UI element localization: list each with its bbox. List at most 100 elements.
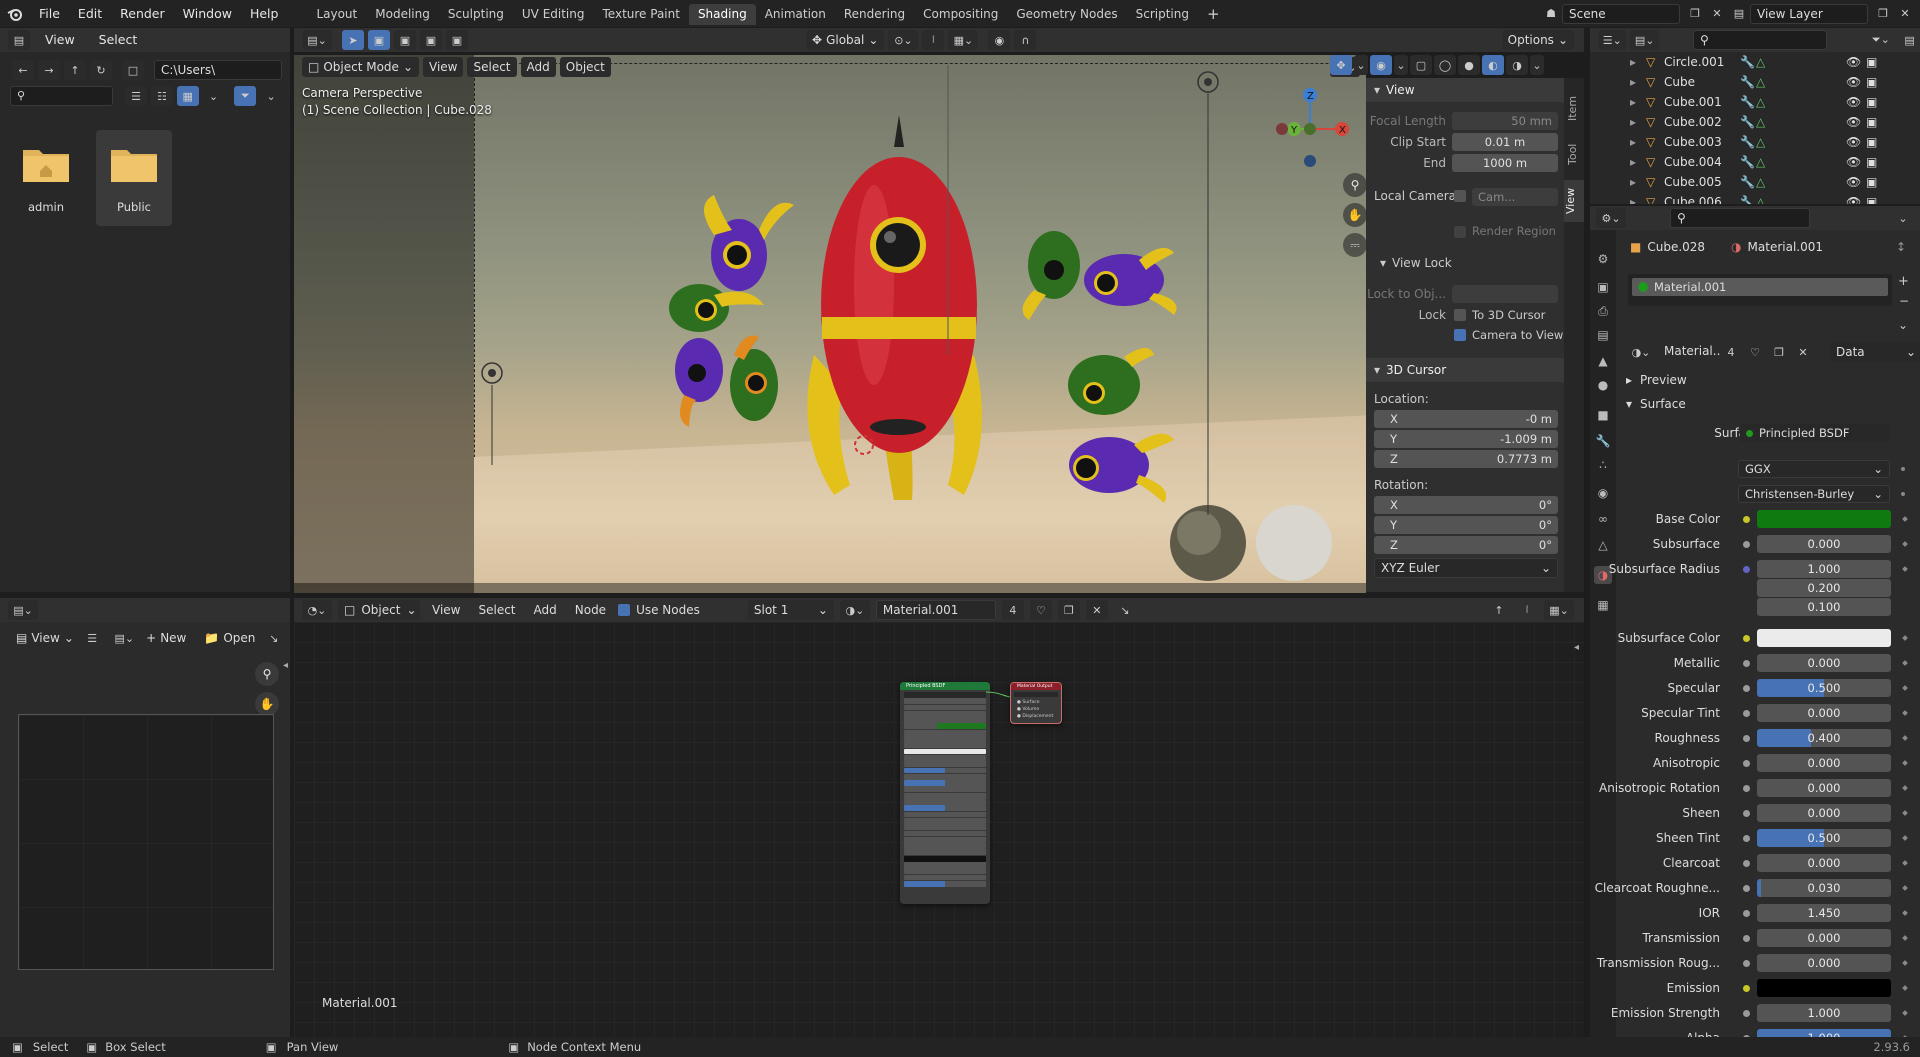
duplicate-icon[interactable]: ❐ [1057, 600, 1080, 620]
output-tab-icon[interactable]: ⎙ [1594, 302, 1612, 320]
chevron-down-icon[interactable]: ⌄ [1354, 55, 1368, 75]
display-mode-icon[interactable]: ▤⌄ [1630, 30, 1659, 50]
pin-icon[interactable]: ↘ [1114, 600, 1136, 620]
select-tool-icon[interactable]: ➤ [342, 30, 364, 50]
view-layer-field[interactable]: View Layer [1750, 3, 1868, 24]
expand-icon[interactable]: ▸ [1630, 155, 1646, 169]
node-editor-canvas[interactable]: Principled BSDF Material Output ● Surfac… [294, 622, 1584, 1037]
key-dot-icon[interactable] [1901, 467, 1905, 471]
menu-add[interactable]: Add [520, 57, 556, 77]
emission-field[interactable] [1757, 979, 1891, 997]
scene-tab-icon[interactable]: ▲ [1594, 352, 1612, 370]
specular-field[interactable]: 0.500 [1757, 679, 1891, 697]
expand-icon[interactable]: ▸ [1630, 175, 1646, 189]
clip-start-field[interactable]: 0.01 m [1452, 133, 1558, 151]
pan-hand-icon[interactable]: ✋ [255, 692, 279, 716]
tab-uv-editing[interactable]: UV Editing [513, 4, 594, 25]
menu-edit[interactable]: Edit [69, 0, 111, 27]
constraints-tab-icon[interactable]: ∞ [1594, 510, 1612, 528]
transmission-field[interactable]: 0.000 [1757, 929, 1891, 947]
camera-render-icon[interactable]: ▣ [1866, 95, 1886, 109]
snap-target-icon[interactable]: ▦⌄ [948, 30, 979, 50]
horizontal-list-icon[interactable]: ☷ [150, 86, 173, 106]
camera-render-icon[interactable]: ▣ [1866, 115, 1886, 129]
snap-icon[interactable]: ⧙ [922, 30, 945, 50]
chevron-down-icon[interactable]: ⌄ [1898, 318, 1908, 332]
material-name-field[interactable]: Material.001 [875, 600, 996, 620]
zoom-icon[interactable]: ⚲ [255, 662, 279, 686]
new-collection-icon[interactable]: ▤ [1899, 30, 1920, 50]
cursor-rotation-y[interactable]: Y 0° [1374, 516, 1558, 534]
unlink-icon[interactable]: ✕ [1085, 600, 1108, 620]
falloff-icon[interactable]: ∩ [1014, 30, 1037, 50]
outliner-search-input[interactable]: ⚲ [1692, 30, 1827, 50]
filter-icon[interactable]: ⏷ [234, 86, 257, 106]
subsurface-field[interactable]: 0.000 [1757, 535, 1891, 553]
expand-icon[interactable]: ▸ [1630, 195, 1646, 204]
ior-field[interactable]: 1.450 [1757, 904, 1891, 922]
tab-layout[interactable]: Layout [307, 4, 366, 25]
menu-render[interactable]: Render [111, 0, 174, 27]
eye-icon[interactable]: 👁 [1846, 75, 1866, 89]
wireframe-shading-icon[interactable]: ◯ [1434, 55, 1456, 75]
scene-icon[interactable]: ☗ [1540, 4, 1562, 24]
tab-compositing[interactable]: Compositing [914, 4, 1007, 25]
sheen-field[interactable]: 0.000 [1757, 804, 1891, 822]
node-principled-bsdf[interactable]: Principled BSDF [900, 682, 990, 904]
editor-type-icon[interactable]: ☰⌄ [1598, 30, 1627, 50]
eye-icon[interactable]: 👁 [1846, 95, 1866, 109]
mode-new-selection-icon[interactable]: ▣ [368, 30, 390, 50]
clearcoat-roughne-field[interactable]: 0.030 [1757, 879, 1891, 897]
texture-tab-icon[interactable]: ▦ [1594, 596, 1612, 614]
image-browse-icon[interactable]: ▤⌄ [114, 628, 135, 648]
modifier-tab-icon[interactable]: 🔧 [1594, 432, 1612, 450]
camera-render-icon[interactable]: ▣ [1866, 55, 1886, 69]
zoom-icon[interactable]: ⚲ [1343, 173, 1366, 197]
close-icon[interactable]: ✕ [1894, 4, 1916, 24]
expand-icon[interactable]: ▸ [1630, 95, 1646, 109]
menu-add[interactable]: Add [528, 600, 563, 620]
add-slot-icon[interactable]: + [1898, 274, 1909, 289]
material-shading-icon[interactable]: ◐ [1482, 55, 1504, 75]
chevron-left-icon[interactable]: ◂ [283, 660, 288, 671]
chevron-down-icon[interactable]: ⌄ [1530, 55, 1544, 75]
menu-select[interactable]: Select [472, 600, 521, 620]
chevron-down-icon[interactable]: ⌄ [1394, 55, 1408, 75]
rotation-mode-dropdown[interactable]: XYZ Euler ⌄ [1374, 558, 1558, 578]
particles-tab-icon[interactable]: ∴ [1594, 456, 1612, 474]
physics-tab-icon[interactable]: ◉ [1594, 484, 1612, 502]
uv-grid[interactable] [18, 714, 274, 970]
thumbnails-icon[interactable]: ▦ [176, 86, 199, 106]
object-tab-icon[interactable]: ■ [1594, 406, 1612, 424]
filter-icon[interactable]: ⏷⌄ [1867, 30, 1895, 50]
forward-icon[interactable]: → [38, 60, 60, 80]
shader-type-dropdown[interactable]: □ Object ⌄ [338, 600, 420, 620]
material-browse-icon[interactable]: ◑⌄ [839, 600, 870, 620]
chevron-down-icon[interactable]: ⌄ [203, 86, 225, 106]
unlink-icon[interactable]: ✕ [1792, 342, 1814, 362]
folder-admin[interactable]: admin [12, 130, 80, 226]
cursor-rotation-z[interactable]: Z 0° [1374, 536, 1558, 554]
clearcoat-field[interactable]: 0.000 [1757, 854, 1891, 872]
mode-dropdown[interactable]: □ Object Mode ⌄ [302, 57, 419, 77]
outliner-item[interactable]: ▸ ▽ Cube.001 🔧 △ 👁 ▣ [1590, 92, 1920, 112]
tab-scripting[interactable]: Scripting [1127, 4, 1198, 25]
camera-render-icon[interactable]: ▣ [1866, 175, 1886, 189]
folder-public[interactable]: Public [96, 130, 172, 226]
view-layer-icon[interactable]: ▤ [1728, 4, 1750, 24]
mode-intersect-icon[interactable]: ▣ [446, 30, 468, 50]
new-image-button[interactable]: + New [140, 628, 193, 648]
camera-to-view-checkbox[interactable] [1454, 329, 1466, 341]
subsurface-method-dropdown[interactable]: Christensen-Burley ⌄ [1738, 485, 1890, 503]
add-workspace-icon[interactable]: + [1198, 4, 1229, 25]
new-folder-icon[interactable]: □ [122, 60, 144, 80]
subsurface-color-field[interactable] [1757, 629, 1891, 647]
parent-directory-icon[interactable]: ↑ [64, 60, 86, 80]
menu-window[interactable]: Window [174, 0, 241, 27]
cursor-location-x[interactable]: X -0 m [1374, 410, 1558, 428]
navigation-gizmo[interactable]: Z X Y [1274, 85, 1352, 175]
options-dropdown[interactable]: Options ⌄ [1501, 30, 1574, 50]
tab-geometry-nodes[interactable]: Geometry Nodes [1007, 4, 1126, 25]
tab-item[interactable]: Item [1566, 88, 1579, 128]
3d-viewport[interactable]: □ Object Mode ⌄ View Select Add Object C… [294, 55, 1366, 593]
